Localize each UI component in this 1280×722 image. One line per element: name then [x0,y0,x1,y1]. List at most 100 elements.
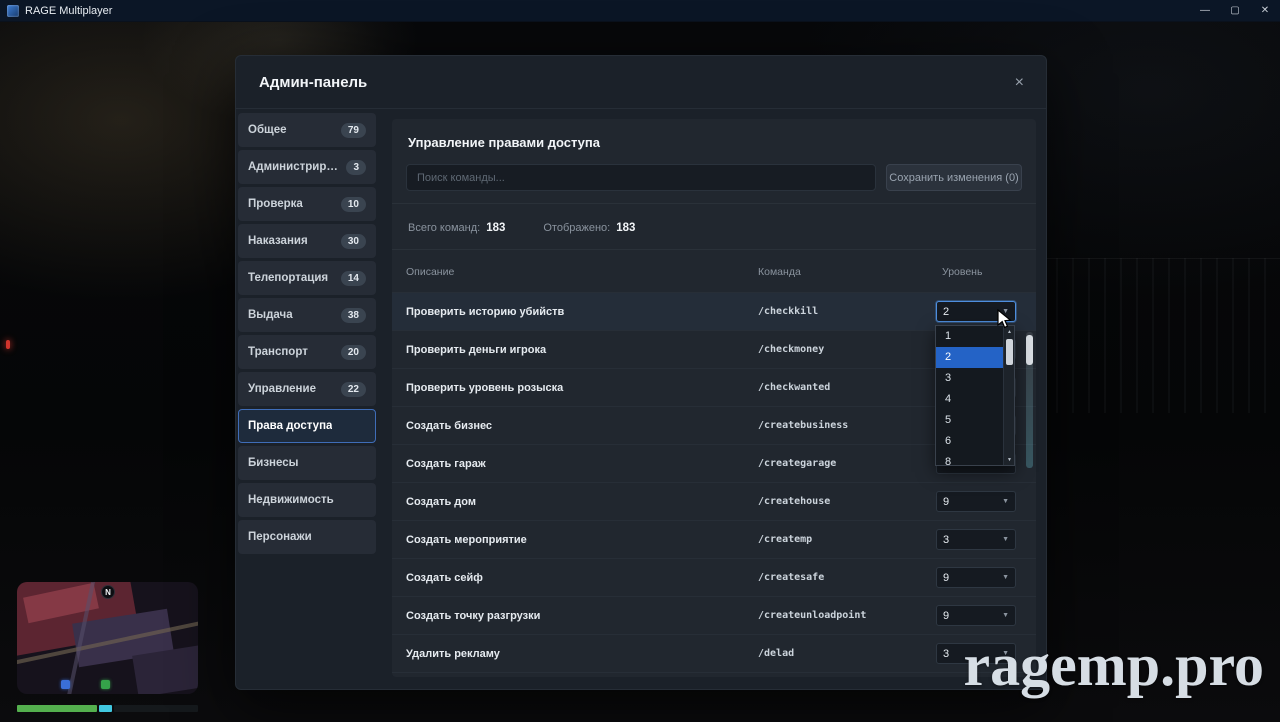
sidebar-item[interactable]: Бизнесы [238,446,376,480]
level-select-value: 3 [943,648,949,660]
close-icon[interactable]: × [1015,56,1024,109]
minimap-blip-icon [101,680,110,689]
sidebar-item[interactable]: Недвижимость [238,483,376,517]
dropdown-option[interactable]: 8 [936,452,1003,466]
sidebar-item[interactable]: Наказания 30 [238,224,376,258]
sidebar-item-label: Права доступа [248,420,332,432]
dropdown-option[interactable]: 1 [936,326,1003,347]
close-window-button[interactable]: ✕ [1250,0,1280,22]
stat: Отображено: 183 [543,218,635,236]
level-select[interactable]: 9▼ [936,605,1016,626]
window-title: RAGE Multiplayer [25,5,112,17]
maximize-button[interactable]: ▢ [1220,0,1250,22]
sidebar-item[interactable]: Управление 22 [238,372,376,406]
row-description: Проверить историю убийств [406,306,752,318]
row-command: /createhouse [752,496,936,507]
minimap-blip-icon [61,680,70,689]
save-changes-button[interactable]: Сохранить изменения (0) [886,164,1022,191]
sidebar-item-label: Недвижимость [248,494,334,506]
dropdown-option[interactable]: 3 [936,368,1003,389]
traffic-light [6,340,10,349]
sidebar-item-badge: 10 [341,197,366,212]
sidebar-item[interactable]: Выдача38 [238,298,376,332]
minimap: N [17,582,198,694]
dropdown-scrollbar[interactable]: ▲ ▼ [1003,326,1014,465]
admin-panel-modal: Админ-панель × Общее79Администрирование3… [235,55,1047,690]
stat-value: 183 [486,222,505,234]
table-row[interactable]: Удалить рекламу/delad3▼ [392,634,1036,672]
row-description: Проверить уровень розыска [406,382,752,394]
level-select-value: 9 [943,572,949,584]
sidebar-item-label: Проверка [248,198,303,210]
row-level-cell: 9▼ [936,491,1022,512]
dropdown-scrollbar-thumb[interactable] [1006,339,1013,365]
level-select-value: 9 [943,496,949,508]
sidebar-item[interactable]: Права доступа [238,409,376,443]
row-description: Создать дом [406,496,752,508]
sidebar-item-badge: 22 [341,382,366,397]
level-dropdown: 1234568 ▲ ▼ [935,325,1015,466]
stat-value: 183 [616,222,635,234]
dropdown-option[interactable]: 5 [936,410,1003,431]
row-level-cell: 9▼ [936,605,1022,626]
row-command: /createsafe [752,572,936,583]
sidebar-item-label: Наказания [248,235,308,247]
search-input[interactable] [406,164,876,191]
sidebar: Общее79Администрирование3 Проверка 10 Наказ… [238,111,376,677]
sidebar-item-label: Персонажи [248,531,312,543]
row-command: /checkmoney [752,344,936,355]
table-row[interactable]: Создать сейф/createsafe9▼ [392,558,1036,596]
sidebar-item[interactable]: Персонажи [238,520,376,554]
titlebar-left: RAGE Multiplayer [0,5,112,17]
sidebar-item-badge: 30 [341,234,366,249]
modal-header: Админ-панель × [236,56,1046,109]
sidebar-item-badge: 20 [341,345,366,360]
minimize-button[interactable]: — [1190,0,1220,22]
stats-row: Всего команд:183Отображено:183 [406,204,1022,249]
content-scrollbar[interactable] [1026,332,1033,468]
sidebar-item[interactable]: Транспорт20 [238,335,376,369]
dropdown-option[interactable]: 4 [936,389,1003,410]
dropdown-option[interactable]: 2 [936,347,1003,368]
dropdown-options: 1234568 [936,326,1003,466]
stat-label: Отображено: [543,222,610,234]
level-select[interactable]: 9▼ [936,491,1016,512]
dropdown-option[interactable]: 6 [936,431,1003,452]
sidebar-item-badge: 79 [341,123,366,138]
level-select-value: 3 [943,534,949,546]
scroll-down-icon[interactable]: ▼ [1004,454,1015,465]
sidebar-item-badge: 38 [341,308,366,323]
row-description: Создать сейф [406,572,752,584]
row-description: Создать точку разгрузки [406,610,752,622]
background-fence [1040,258,1280,413]
window-titlebar: RAGE Multiplayer — ▢ ✕ [0,0,1280,22]
chevron-down-icon: ▼ [1002,498,1009,505]
sidebar-item-badge: 14 [341,271,366,286]
level-select[interactable]: 3▼ [936,529,1016,550]
sidebar-item[interactable]: Общее79 [238,113,376,147]
minimap-north-icon: N [101,585,115,599]
sidebar-item[interactable]: Телепортация14 [238,261,376,295]
modal-body: Общее79Администрирование3 Проверка 10 Наказ… [236,109,1046,689]
sidebar-item[interactable]: Проверка 10 [238,187,376,221]
level-select-value: 2 [943,306,949,318]
row-description: Проверить деньги игрока [406,344,752,356]
table-row[interactable]: Создать мероприятие/createmp3▼ [392,520,1036,558]
level-select[interactable]: 9▼ [936,567,1016,588]
row-level-cell: 3▼ [936,529,1022,550]
search-row: Сохранить изменения (0) [406,164,1022,191]
sidebar-item[interactable]: Администрирование3 [238,150,376,184]
sidebar-item-badge: 3 [346,160,366,175]
table-row[interactable]: Создать точку разгрузки/createunloadpoin… [392,596,1036,634]
watermark: ragemp.pro [963,631,1264,700]
sidebar-item-label: Управление [248,383,316,395]
sidebar-item-label: Бизнесы [248,457,298,469]
scrollbar-thumb[interactable] [1026,335,1033,365]
chevron-down-icon: ▼ [1002,574,1009,581]
row-description: Создать бизнес [406,420,752,432]
modal-title: Админ-панель [259,74,367,91]
column-header: Команда [752,266,936,278]
app-icon [7,5,19,17]
section-title: Управление правами доступа [408,135,1020,150]
table-row[interactable]: Создать дом/createhouse9▼ [392,482,1036,520]
